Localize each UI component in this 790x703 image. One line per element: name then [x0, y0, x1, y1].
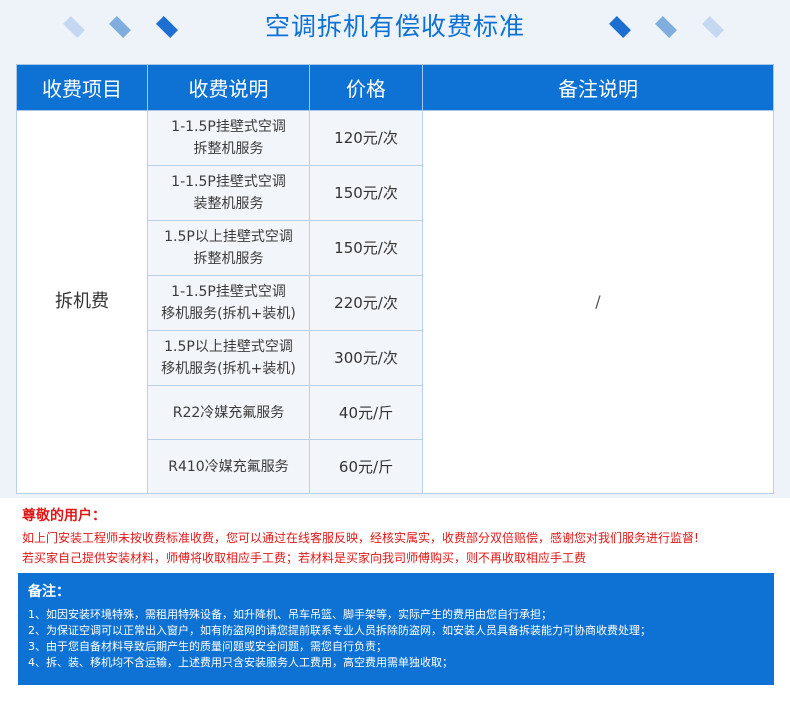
- description-cell: 1.5P以上挂壁式空调 移机服务(拆机+装机): [147, 330, 310, 386]
- price-cell: 150元/次: [309, 165, 423, 221]
- price-cell: 40元/斤: [309, 385, 423, 440]
- price-cell: 120元/次: [309, 110, 423, 166]
- price-cell: 300元/次: [309, 330, 423, 386]
- table-header-row: 收费项目 收费说明 价格 备注说明: [16, 64, 774, 111]
- description-cell: 1-1.5P挂壁式空调 装整机服务: [147, 165, 310, 221]
- description-line: 移机服务(拆机+装机): [161, 306, 296, 322]
- description-line: 1-1.5P挂壁式空调: [171, 284, 286, 300]
- notes-box: 备注： 1、如因安装环境特殊，需租用特殊设备，如升降机、吊车吊篮、脚手架等，实际…: [18, 573, 774, 685]
- notice-title: 尊敬的用户：: [22, 508, 106, 524]
- description-cell: 1.5P以上挂壁式空调 拆整机服务: [147, 220, 310, 276]
- description-line: 1.5P以上挂壁式空调: [164, 229, 293, 245]
- description-line: 拆整机服务: [193, 251, 264, 267]
- price-cell: 60元/斤: [309, 439, 423, 494]
- header-price: 价格: [309, 64, 423, 111]
- description-cell: 1-1.5P挂壁式空调 移机服务(拆机+装机): [147, 275, 310, 331]
- category-cell: 拆机费: [16, 110, 148, 494]
- description-cell: 1-1.5P挂壁式空调 拆整机服务: [147, 110, 310, 166]
- description-line: 移机服务(拆机+装机): [161, 361, 296, 377]
- header-description: 收费说明: [147, 64, 310, 111]
- description-line: R410冷媒充氟服务: [168, 458, 289, 475]
- notes-item: 2、为保证空调可以正常出入窗户，如有防盗网的请您提前联系专业人员拆除防盗网，如安…: [28, 624, 651, 637]
- description-line: 拆整机服务: [193, 141, 264, 157]
- price-cell: 150元/次: [309, 220, 423, 276]
- description-cell: R22冷媒充氟服务: [147, 385, 310, 440]
- notes-item: 1、如因安装环境特殊，需租用特殊设备，如升降机、吊车吊篮、脚手架等，实际产生的费…: [28, 608, 552, 621]
- page-title: 空调拆机有偿收费标准: [264, 12, 525, 41]
- table-row: 拆机费 1-1.5P挂壁式空调 拆整机服务 120元/次 /: [16, 110, 774, 494]
- notes-item: 4、拆、装、移机均不含运输，上述费用只含安装服务人工费用，高空费用需单独收取；: [28, 656, 453, 669]
- notice-line: 若买家自己提供安装材料，师傅将收取相应手工费；若材料是买家向我司师傅购买，则不再…: [22, 551, 587, 565]
- notice-line: 如上门安装工程师未按收费标准收费，您可以通过在线客服反映，经核实属实，收费部分双…: [22, 531, 699, 545]
- description-line: 装整机服务: [193, 196, 264, 212]
- notes-title: 备注：: [28, 584, 70, 600]
- description-line: 1-1.5P挂壁式空调: [171, 119, 286, 135]
- description-line: R22冷媒充氟服务: [172, 404, 285, 421]
- header-item: 收费项目: [16, 64, 148, 111]
- notes-item: 3、由于您自备材料导致后期产生的质量问题或安全问题，需您自行负责；: [28, 640, 387, 653]
- remarks-cell: /: [422, 110, 774, 494]
- description-line: 1.5P以上挂壁式空调: [164, 339, 293, 355]
- header-remarks: 备注说明: [422, 64, 774, 111]
- description-line: 1-1.5P挂壁式空调: [171, 174, 286, 190]
- price-cell: 220元/次: [309, 275, 423, 331]
- description-cell: R410冷媒充氟服务: [147, 439, 310, 494]
- fee-table: 收费项目 收费说明 价格 备注说明 拆机费 1-1.5P挂壁式空调 拆整机服务 …: [16, 64, 774, 494]
